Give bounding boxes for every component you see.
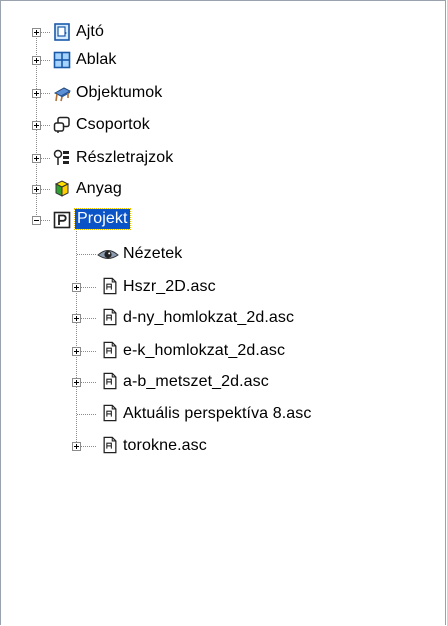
objects-icon	[53, 87, 71, 102]
tree-item-label: Csoportok	[76, 116, 150, 133]
tree-item-label: Projekt	[74, 208, 131, 230]
material-icon	[54, 180, 70, 197]
tree-item-label: Objektumok	[76, 84, 163, 101]
expand-toggle[interactable]	[32, 28, 41, 37]
project-tree-panel: Ajtó Ablak Objektumok Csoportok Részletr…	[0, 0, 446, 625]
expand-toggle[interactable]	[32, 56, 41, 65]
expand-toggle[interactable]	[72, 378, 81, 387]
file-icon	[103, 372, 117, 390]
tree-item-label: Anyag	[76, 180, 122, 197]
file-icon	[103, 436, 117, 454]
expand-toggle[interactable]	[32, 185, 41, 194]
eye-icon	[97, 250, 119, 259]
tree-item-label: e-k_homlokzat_2d.asc	[123, 342, 286, 359]
tree-item-label: a-b_metszet_2d.asc	[123, 373, 269, 390]
expand-toggle[interactable]	[72, 347, 81, 356]
tree-item-label: Nézetek	[123, 245, 183, 262]
details-icon	[53, 149, 69, 165]
file-icon	[103, 308, 117, 326]
file-icon	[103, 404, 117, 422]
window-icon	[53, 51, 71, 69]
expand-toggle[interactable]	[32, 121, 41, 130]
expand-toggle[interactable]	[72, 442, 81, 451]
expand-toggle[interactable]	[72, 283, 81, 292]
groups-icon	[53, 116, 70, 133]
tree-item-label: Részletrajzok	[76, 149, 174, 166]
expand-toggle[interactable]	[32, 89, 41, 98]
door-icon	[54, 23, 70, 41]
project-icon	[53, 211, 71, 229]
tree-item-label: Hszr_2D.asc	[123, 278, 216, 295]
collapse-toggle[interactable]	[32, 216, 41, 225]
file-icon	[103, 341, 117, 359]
tree-item-label: d-ny_homlokzat_2d.asc	[123, 309, 295, 326]
tree-item-label: Aktuális perspektíva 8.asc	[123, 405, 312, 422]
file-icon	[103, 277, 117, 295]
tree-item-label: Ajtó	[76, 23, 104, 40]
expand-toggle[interactable]	[72, 314, 81, 323]
expand-toggle[interactable]	[32, 154, 41, 163]
tree-item-label: Ablak	[76, 51, 117, 68]
tree-item-label: torokne.asc	[123, 437, 207, 454]
